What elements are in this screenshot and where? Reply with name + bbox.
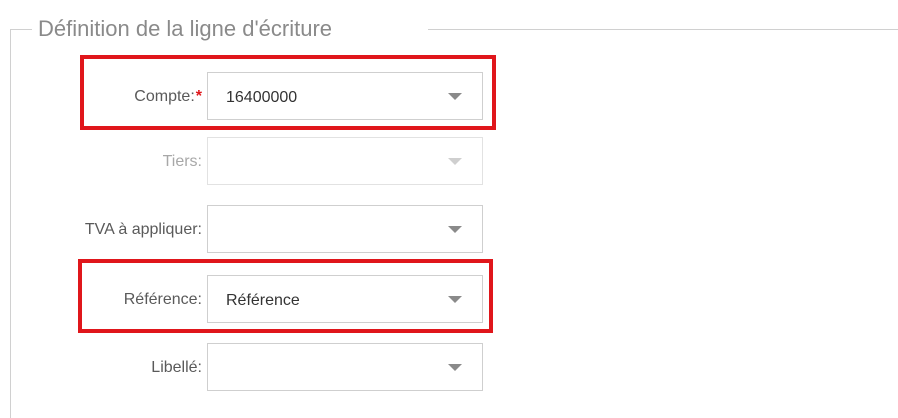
- chevron-down-icon[interactable]: [448, 226, 462, 233]
- libelle-label: Libellé:: [151, 359, 202, 376]
- compte-row: Compte:* 16400000: [0, 72, 500, 122]
- chevron-down-icon: [448, 158, 462, 165]
- chevron-down-icon[interactable]: [448, 93, 462, 100]
- tva-label: TVA à appliquer:: [84, 221, 202, 238]
- tiers-row: Tiers:: [0, 137, 500, 187]
- tva-select[interactable]: [207, 205, 483, 253]
- entry-line-form: Définition de la ligne d'écriture Compte…: [0, 0, 898, 418]
- compte-value: 16400000: [226, 89, 298, 106]
- fieldset-legend: Définition de la ligne d'écriture: [38, 16, 333, 41]
- chevron-down-icon[interactable]: [448, 364, 462, 371]
- compte-label-text: Compte:: [134, 88, 195, 105]
- libelle-row: Libellé:: [0, 343, 500, 393]
- fieldset-border-top-left: [10, 29, 32, 30]
- chevron-down-icon[interactable]: [448, 296, 462, 303]
- tiers-select: [207, 137, 483, 185]
- reference-select[interactable]: Référence: [207, 275, 483, 323]
- tva-row: TVA à appliquer:: [0, 205, 500, 255]
- compte-select[interactable]: 16400000: [207, 72, 483, 120]
- reference-row: Référence: Référence: [0, 275, 500, 325]
- required-asterisk: *: [195, 88, 202, 105]
- libelle-select[interactable]: [207, 343, 483, 391]
- compte-label: Compte:*: [134, 72, 202, 122]
- tiers-label: Tiers:: [162, 153, 202, 170]
- fieldset-border-top-right: [428, 29, 898, 30]
- reference-label: Référence:: [123, 291, 202, 308]
- reference-value: Référence: [226, 292, 300, 309]
